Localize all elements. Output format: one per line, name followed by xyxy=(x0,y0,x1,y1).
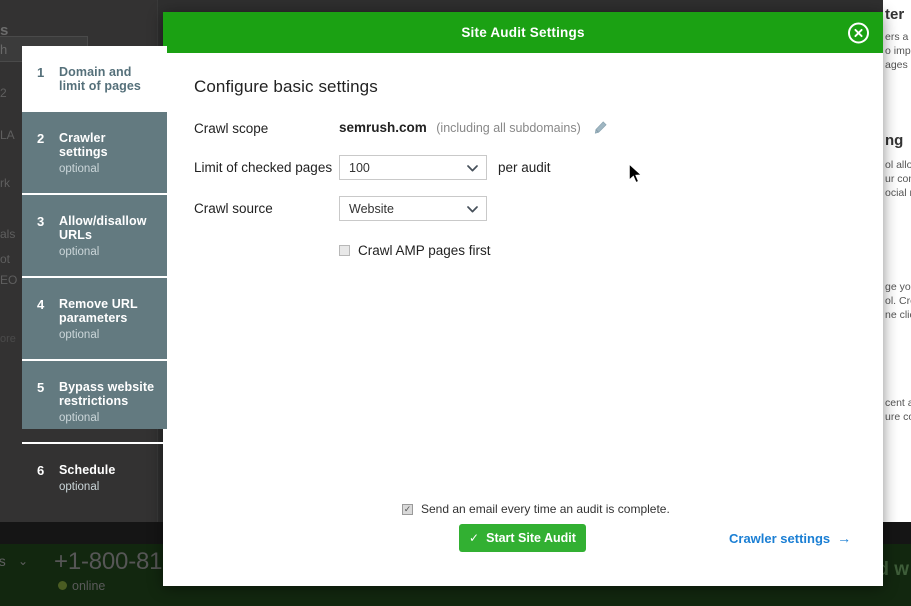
background-nav-item[interactable]: als xyxy=(0,227,15,241)
wizard-step-5[interactable]: 5 Bypass website restrictions optional xyxy=(22,361,167,444)
limit-pages-select[interactable]: 100 xyxy=(339,155,487,180)
background-card-heading: ter xyxy=(885,6,905,23)
pencil-icon[interactable] xyxy=(594,121,607,134)
wizard-step-number: 1 xyxy=(37,65,45,80)
wizard-step-optional: optional xyxy=(59,329,100,341)
crawl-scope-note: (including all subdomains) xyxy=(436,121,581,135)
wizard-step-label: Remove URL parameters xyxy=(59,297,138,325)
email-notification-checkbox[interactable]: ✓ xyxy=(402,503,413,515)
check-icon: ✓ xyxy=(403,503,412,514)
background-card-heading: ng xyxy=(885,132,904,149)
wizard-step-1[interactable]: 1 Domain and limit of pages xyxy=(22,46,167,112)
wizard-step-6[interactable]: 6 Schedule optional xyxy=(22,444,167,511)
background-card-line: ge you xyxy=(885,281,911,293)
modal-header: Site Audit Settings xyxy=(163,12,883,53)
crawl-scope-value: semrush.com (including all subdomains) xyxy=(339,119,607,137)
email-notification-row: ✓ Send an email every time an audit is c… xyxy=(402,502,670,516)
wizard-step-3[interactable]: 3 Allow/disallow URLs optional xyxy=(22,195,167,278)
wizard-step-label: Bypass website restrictions xyxy=(59,380,155,408)
wizard-step-label: Schedule xyxy=(59,463,116,477)
background-nav-item[interactable]: rk xyxy=(0,176,10,190)
background-nav-item[interactable]: ot xyxy=(0,252,10,266)
wizard-step-optional: optional xyxy=(59,481,100,493)
background-nav-item[interactable]: 2 xyxy=(0,86,7,100)
chevron-down-icon xyxy=(467,202,478,216)
email-notification-label: Send an email every time an audit is com… xyxy=(421,502,670,516)
wizard-step-number: 6 xyxy=(37,463,45,478)
wizard-step-2[interactable]: 2 Crawler settings optional xyxy=(22,112,167,195)
close-icon[interactable] xyxy=(848,22,869,43)
background-nav-item[interactable]: LA xyxy=(0,128,15,142)
crawl-source-select[interactable]: Website xyxy=(339,196,487,221)
wizard-step-optional: optional xyxy=(59,246,100,258)
wizard-step-label: Allow/disallow URLs xyxy=(59,214,147,242)
background-card-line: o impr xyxy=(885,45,911,57)
amp-checkbox-row: Crawl AMP pages first xyxy=(339,243,853,258)
limit-pages-label: Limit of checked pages xyxy=(194,160,333,175)
background-right-column: ter ers a c o impr ages o ng ol allow ur… xyxy=(883,0,911,522)
wizard-step-number: 3 xyxy=(37,214,45,229)
crawler-settings-label: Crawler settings xyxy=(729,530,831,546)
modal-body: Configure basic settings Crawl scope sem… xyxy=(163,53,883,586)
wizard-step-number: 4 xyxy=(37,297,45,312)
background-card: cent a ure co xyxy=(883,382,911,522)
limit-pages-row: Limit of checked pages 100 per audit xyxy=(194,155,853,180)
background-card: ter ers a c o impr ages o xyxy=(883,0,911,122)
background-card-line: ure co xyxy=(885,411,911,423)
background-language-selector[interactable]: us xyxy=(0,553,6,569)
background-card-line: ages o xyxy=(885,59,911,71)
section-title: Configure basic settings xyxy=(194,77,378,96)
background-nav-more[interactable]: ore xyxy=(0,333,16,345)
check-icon: ✓ xyxy=(469,531,480,545)
wizard-step-4[interactable]: 4 Remove URL parameters optional xyxy=(22,278,167,361)
background-nav-item[interactable]: EO xyxy=(0,273,17,287)
limit-pages-suffix: per audit xyxy=(498,160,551,175)
crawler-settings-link[interactable]: Crawler settings → xyxy=(729,530,851,546)
crawl-scope-row: Crawl scope semrush.com (including all s… xyxy=(194,117,853,139)
start-site-audit-button[interactable]: ✓ Start Site Audit xyxy=(459,524,586,552)
wizard-step-label: Domain and limit of pages xyxy=(59,65,141,93)
modal-title: Site Audit Settings xyxy=(461,25,585,40)
crawl-amp-label: Crawl AMP pages first xyxy=(358,243,491,258)
wizard-step-label: Crawler settings xyxy=(59,131,108,159)
background-search-text: h xyxy=(0,42,8,57)
wizard-step-sidebar: 1 Domain and limit of pages 2 Crawler se… xyxy=(22,46,167,493)
wizard-step-optional: optional xyxy=(59,412,100,424)
limit-pages-value: 100 xyxy=(349,160,370,175)
online-status-dot-icon xyxy=(58,581,67,590)
wizard-step-number: 2 xyxy=(37,131,45,146)
background-card: ge you ol. Cre ne clic xyxy=(883,252,911,382)
background-card-line: ocial m xyxy=(885,187,911,199)
background-online-status: online xyxy=(72,579,106,593)
wizard-step-optional: optional xyxy=(59,163,100,175)
crawl-scope-domain: semrush.com xyxy=(339,120,427,135)
modal-footer: ✓ Send an email every time an audit is c… xyxy=(163,500,883,586)
background-card-line: ers a c xyxy=(885,31,911,43)
background-card-line: cent a xyxy=(885,397,911,409)
background-card-line: ne clic xyxy=(885,309,911,321)
chevron-down-icon xyxy=(467,161,478,175)
start-site-audit-label: Start Site Audit xyxy=(486,531,576,545)
wizard-step-number: 5 xyxy=(37,380,45,395)
crawl-amp-checkbox[interactable] xyxy=(339,245,350,256)
background-card-line: ol allow xyxy=(885,159,911,171)
background-card: ng ol allow ur com ocial m xyxy=(883,122,911,252)
arrow-right-icon: → xyxy=(837,530,852,546)
crawl-scope-label: Crawl scope xyxy=(194,120,269,136)
chevron-down-icon: ⌄ xyxy=(18,554,29,568)
crawl-source-label: Crawl source xyxy=(194,201,273,216)
background-card-line: ol. Cre xyxy=(885,295,911,307)
crawl-source-row: Crawl source Website xyxy=(194,196,853,221)
background-card-line: ur com xyxy=(885,173,911,185)
crawl-source-value: Website xyxy=(349,201,394,216)
site-audit-settings-modal: Site Audit Settings Configure basic sett… xyxy=(163,12,883,586)
